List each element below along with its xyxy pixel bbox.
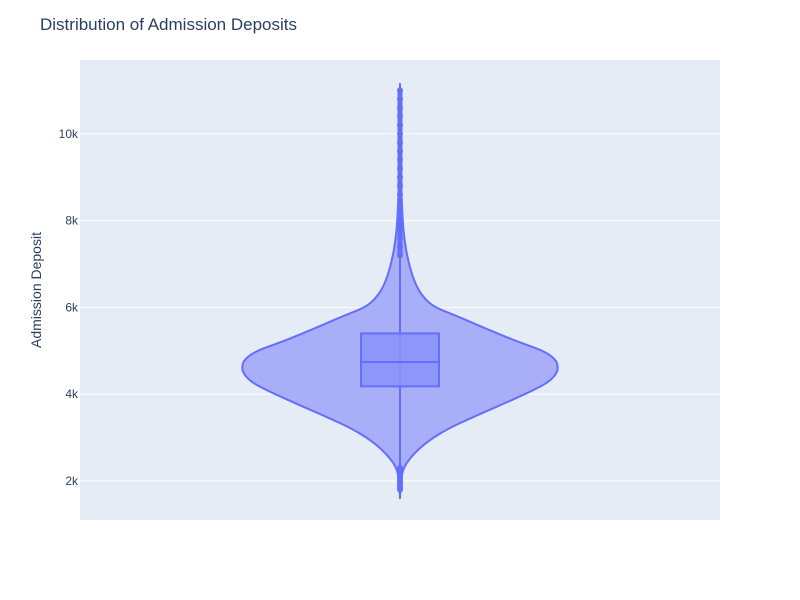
y-tick-label: 6k	[65, 300, 79, 314]
y-axis-title: Admission Deposit	[28, 232, 44, 348]
y-tick-label: 8k	[65, 214, 79, 228]
violin-chart: Distribution of Admission Deposits 2k 4k 6…	[28, 15, 720, 520]
y-axis-ticks: 2k 4k 6k 8k 10k	[59, 127, 79, 488]
y-tick-label: 10k	[59, 127, 79, 141]
box-iqr	[360, 332, 440, 388]
outlier-band-low	[397, 467, 403, 490]
chart-title: Distribution of Admission Deposits	[40, 15, 297, 34]
outlier-band-high	[397, 90, 403, 256]
y-tick-label: 4k	[65, 387, 79, 401]
y-tick-label: 2k	[65, 474, 79, 488]
